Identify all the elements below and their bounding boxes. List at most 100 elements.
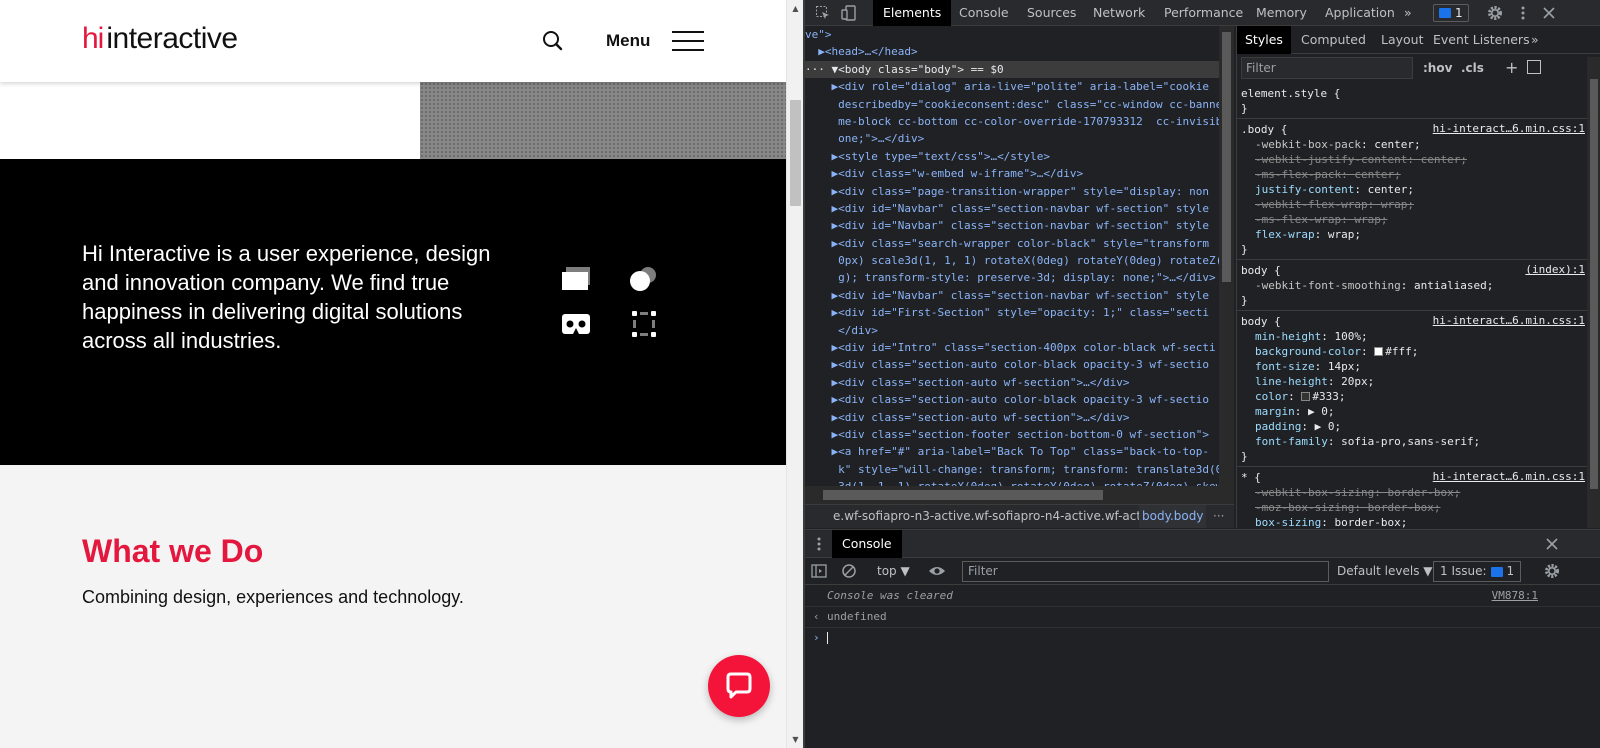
- css-property[interactable]: -webkit-box-pack: center;: [1241, 137, 1587, 152]
- css-property[interactable]: font-family: sofia-pro,sans-serif;: [1241, 434, 1587, 449]
- console-issues-button[interactable]: 1 Issue: 1: [1433, 561, 1522, 582]
- tab-network[interactable]: Network: [1083, 0, 1155, 26]
- dom-node-line[interactable]: ▶<a href="#" aria-label="Back To Top" cl…: [805, 443, 1219, 460]
- dom-node-line[interactable]: describedby="cookieconsent:desc" class="…: [805, 96, 1219, 113]
- dom-node-line[interactable]: ▶<div id="Navbar" class="section-navbar …: [805, 287, 1219, 304]
- console-settings-gear-icon[interactable]: [1542, 561, 1562, 581]
- css-property[interactable]: -webkit-font-smoothing: antialiased;: [1241, 278, 1587, 293]
- css-property[interactable]: -ms-flex-pack: center;: [1241, 167, 1587, 182]
- scroll-down-arrow-icon[interactable]: ▼: [787, 731, 804, 748]
- css-rule-source-link[interactable]: hi-interact…6.min.css:1: [1433, 470, 1585, 483]
- styles-more-tabs-icon[interactable]: »: [1523, 26, 1547, 54]
- css-property[interactable]: justify-content: center;: [1241, 182, 1587, 197]
- css-property[interactable]: color: #333;: [1241, 389, 1587, 404]
- css-property[interactable]: font-size: 14px;: [1241, 359, 1587, 374]
- dom-node-line[interactable]: 0px) scale3d(1, 1, 1) rotateX(0deg) rota…: [805, 252, 1219, 269]
- breadcrumb-more[interactable]: ···: [1213, 505, 1224, 528]
- css-property[interactable]: -moz-box-sizing: border-box;: [1241, 500, 1587, 515]
- console-sidebar-icon[interactable]: [809, 561, 829, 581]
- breadcrumb-html[interactable]: e.wf-sofiapro-n3-active.wf-sofiapro-n4-a…: [833, 505, 1159, 528]
- inspect-element-icon[interactable]: [813, 3, 833, 23]
- styles-scroll-thumb[interactable]: [1590, 79, 1598, 489]
- hi-interactive-logo[interactable]: hi interactive: [82, 22, 238, 56]
- menu-button[interactable]: Menu: [606, 28, 705, 54]
- live-expression-eye-icon[interactable]: [927, 561, 947, 581]
- console-message-source-link[interactable]: VM878:1: [1492, 586, 1538, 606]
- dom-node-line[interactable]: ▶<div role="dialog" aria-live="polite" a…: [805, 78, 1219, 95]
- css-rule-source-link[interactable]: hi-interact…6.min.css:1: [1433, 122, 1585, 135]
- tab-styles[interactable]: Styles: [1237, 26, 1291, 54]
- css-rule-source-link[interactable]: (index):1: [1525, 263, 1585, 276]
- drawer-tab-console[interactable]: Console: [832, 530, 902, 558]
- context-selector[interactable]: top ▼: [877, 561, 910, 582]
- dom-node-line[interactable]: ▶<style type="text/css">…</style>: [805, 148, 1219, 165]
- tab-event-listeners[interactable]: Event Listeners: [1425, 26, 1538, 54]
- dom-node-line[interactable]: ▶<div class="section-auto color-black op…: [805, 356, 1219, 373]
- page-scrollbar[interactable]: ▲ ▼: [786, 0, 803, 748]
- css-property[interactable]: min-height: 100%;: [1241, 329, 1587, 344]
- css-property[interactable]: -webkit-flex-wrap: wrap;: [1241, 197, 1587, 212]
- css-rule-selector[interactable]: element.style {: [1241, 86, 1587, 101]
- tab-memory[interactable]: Memory: [1246, 0, 1317, 26]
- toggle-computed-sidebar-icon[interactable]: [1527, 60, 1541, 74]
- dom-node-line[interactable]: k" style="will-change: transform; transf…: [805, 461, 1219, 478]
- close-drawer-icon[interactable]: [1542, 534, 1562, 554]
- tab-sources[interactable]: Sources: [1017, 0, 1086, 26]
- dom-node-line[interactable]: ▶<div id="Navbar" class="section-navbar …: [805, 217, 1219, 234]
- dom-node-line[interactable]: ▶<div class="search-wrapper color-black"…: [805, 235, 1219, 252]
- styles-scrollbar[interactable]: [1587, 57, 1600, 528]
- css-property[interactable]: box-sizing: border-box;: [1241, 515, 1587, 528]
- dom-node-line[interactable]: ▶<div class="section-auto color-black op…: [805, 391, 1219, 408]
- dom-node-line[interactable]: ▶<div id="First-Section" style="opacity:…: [805, 304, 1219, 321]
- dom-node-line[interactable]: ▶<div class="section-auto wf-section">…<…: [805, 409, 1219, 426]
- tab-elements[interactable]: Elements: [873, 0, 952, 26]
- chat-button[interactable]: [708, 655, 770, 717]
- dom-node-line[interactable]: g); transform-style: preserve-3d; displa…: [805, 269, 1219, 286]
- issues-badge[interactable]: 1: [1433, 4, 1469, 22]
- css-property[interactable]: -webkit-justify-content: center;: [1241, 152, 1587, 167]
- class-toggle[interactable]: .cls: [1461, 57, 1484, 79]
- dom-node-line[interactable]: ▶<div class="w-embed w-iframe">…</div>: [805, 165, 1219, 182]
- settings-gear-icon[interactable]: [1485, 3, 1505, 23]
- dom-node-line[interactable]: one;">…</div>: [805, 130, 1219, 147]
- color-swatch-icon[interactable]: [1301, 392, 1311, 401]
- styles-filter-input[interactable]: Filter: [1241, 57, 1413, 79]
- log-levels-dropdown[interactable]: Default levels ▼: [1337, 561, 1433, 582]
- hover-state-toggle[interactable]: :hov: [1423, 57, 1452, 79]
- tab-performance[interactable]: Performance: [1154, 0, 1253, 26]
- tab-computed[interactable]: Computed: [1293, 26, 1374, 54]
- css-property[interactable]: line-height: 20px;: [1241, 374, 1587, 389]
- css-property[interactable]: flex-wrap: wrap;: [1241, 227, 1587, 242]
- dom-node-line[interactable]: ▶<div id="Intro" class="section-400px co…: [805, 339, 1219, 356]
- customize-devtools-icon[interactable]: [1513, 3, 1533, 23]
- more-tabs-icon[interactable]: »: [1398, 0, 1418, 26]
- search-icon[interactable]: [540, 28, 566, 54]
- breadcrumb-body[interactable]: body.body: [1139, 505, 1207, 528]
- css-property[interactable]: -webkit-box-sizing: border-box;: [1241, 485, 1587, 500]
- elements-horizontal-scroll-thumb[interactable]: [823, 490, 1103, 500]
- css-property[interactable]: background-color: #fff;: [1241, 344, 1587, 359]
- color-swatch-icon[interactable]: [1374, 347, 1384, 356]
- dom-node-line[interactable]: ▶<div id="Navbar" class="section-navbar …: [805, 200, 1219, 217]
- dom-node-line[interactable]: me-block cc-bottom cc-color-override-170…: [805, 113, 1219, 130]
- css-property[interactable]: margin: ▶ 0;: [1241, 404, 1587, 419]
- dom-node-line[interactable]: </div>: [805, 322, 1219, 339]
- css-property[interactable]: padding: ▶ 0;: [1241, 419, 1587, 434]
- elements-vertical-scroll-thumb[interactable]: [1222, 32, 1231, 282]
- dom-node-line[interactable]: ve">: [805, 26, 1219, 43]
- drawer-menu-icon[interactable]: [809, 534, 829, 554]
- css-property[interactable]: -ms-flex-wrap: wrap;: [1241, 212, 1587, 227]
- elements-vertical-scrollbar[interactable]: [1219, 26, 1234, 504]
- console-filter-input[interactable]: Filter: [962, 561, 1329, 582]
- clear-console-icon[interactable]: [839, 561, 859, 581]
- dom-node-line[interactable]: ▶<head>…</head>: [805, 43, 1219, 60]
- elements-horizontal-scrollbar[interactable]: [805, 486, 1219, 504]
- scroll-up-arrow-icon[interactable]: ▲: [787, 0, 804, 17]
- close-devtools-icon[interactable]: [1539, 3, 1559, 23]
- tab-layout[interactable]: Layout: [1373, 26, 1432, 54]
- dom-node-line[interactable]: ▶<div class="section-footer section-bott…: [805, 426, 1219, 443]
- css-rule-source-link[interactable]: hi-interact…6.min.css:1: [1433, 314, 1585, 327]
- dom-node-line[interactable]: ··· ▼<body class="body"> == $0: [805, 60, 1219, 79]
- device-toolbar-icon[interactable]: [839, 3, 859, 23]
- tab-application[interactable]: Application: [1315, 0, 1405, 26]
